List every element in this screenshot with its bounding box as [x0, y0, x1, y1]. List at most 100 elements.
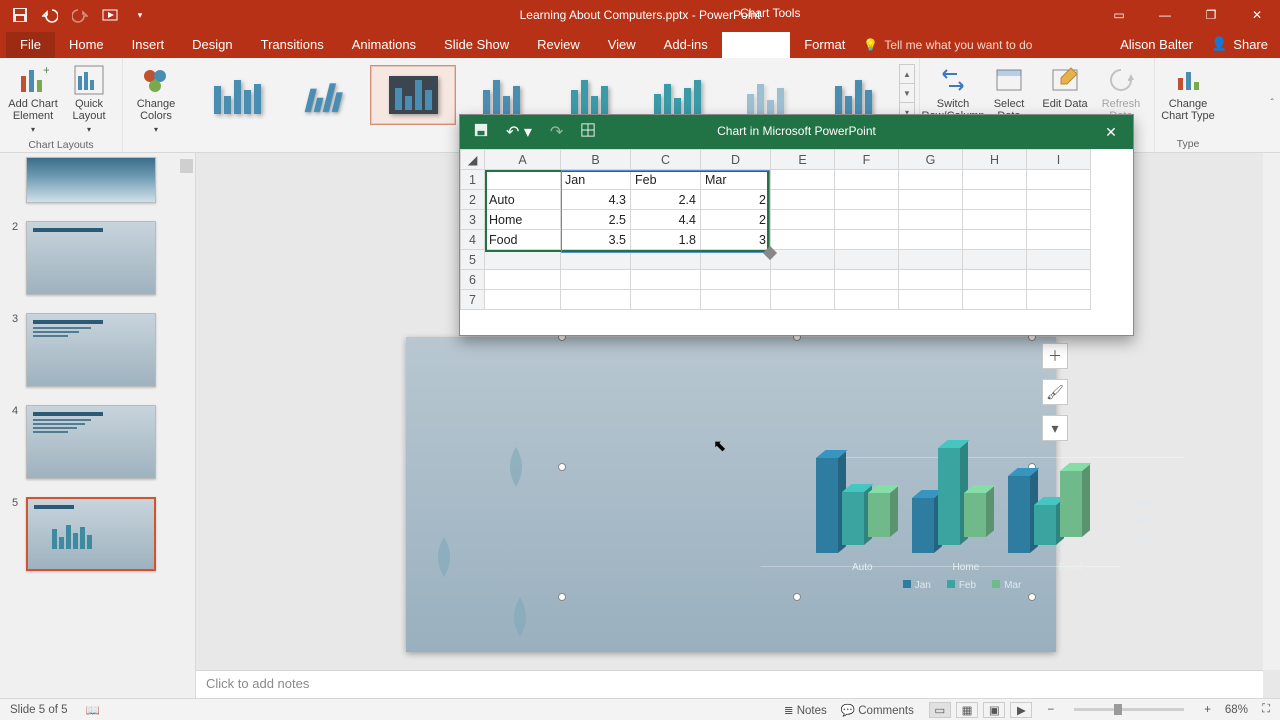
cell-H2[interactable]: [963, 190, 1027, 210]
col-header-H[interactable]: H: [963, 150, 1027, 170]
row-header-7[interactable]: 7: [461, 290, 485, 310]
cell-D7[interactable]: [701, 290, 771, 310]
chart-elements-button[interactable]: ＋: [1042, 343, 1068, 369]
zoom-out-icon[interactable]: −: [1047, 704, 1054, 716]
cell-I6[interactable]: [1027, 270, 1091, 290]
chart-data-grid[interactable]: ◢ABCDEFGHI1JanFebMar2Auto4.32.423Home2.5…: [460, 149, 1117, 319]
resize-handle[interactable]: [1028, 593, 1036, 601]
cell-I4[interactable]: [1027, 230, 1091, 250]
resize-handle[interactable]: [558, 593, 566, 601]
cell-G5[interactable]: [899, 250, 963, 270]
qat-more-icon[interactable]: ▾: [132, 7, 148, 23]
cell-H1[interactable]: [963, 170, 1027, 190]
cell-F2[interactable]: [835, 190, 899, 210]
tab-chart-format[interactable]: Format: [790, 32, 859, 58]
cell-I7[interactable]: [1027, 290, 1091, 310]
cell-A4[interactable]: Food: [485, 230, 561, 250]
col-header-G[interactable]: G: [899, 150, 963, 170]
cell-B4[interactable]: 3.5: [561, 230, 631, 250]
row-header-2[interactable]: 2: [461, 190, 485, 210]
cell-D2[interactable]: 2: [701, 190, 771, 210]
cell-E2[interactable]: [771, 190, 835, 210]
chart-style-1[interactable]: [194, 65, 280, 125]
comments-toggle[interactable]: 💬 Comments: [841, 703, 914, 717]
slideshow-view-icon[interactable]: ▶: [1010, 702, 1032, 718]
cell-I1[interactable]: [1027, 170, 1091, 190]
col-header-I[interactable]: I: [1027, 150, 1091, 170]
row-header-1[interactable]: 1: [461, 170, 485, 190]
undo-icon[interactable]: [42, 7, 58, 23]
cell-D5[interactable]: [701, 250, 771, 270]
cell-H7[interactable]: [963, 290, 1027, 310]
cell-E5[interactable]: [771, 250, 835, 270]
col-header-C[interactable]: C: [631, 150, 701, 170]
cell-G7[interactable]: [899, 290, 963, 310]
tab-transitions[interactable]: Transitions: [247, 32, 338, 58]
close-icon[interactable]: ✕: [1234, 0, 1280, 30]
col-header-F[interactable]: F: [835, 150, 899, 170]
cell-I5[interactable]: [1027, 250, 1091, 270]
chart-selection[interactable]: AutoHomeFood MarFebJan JanFebMar ＋ 🖌 ▾: [562, 337, 1032, 597]
tab-chart-design[interactable]: Design: [722, 32, 790, 58]
signed-in-user[interactable]: Alison Balter: [1120, 37, 1193, 52]
minimize-icon[interactable]: —: [1142, 0, 1188, 30]
tab-file[interactable]: File: [6, 32, 55, 58]
reading-view-icon[interactable]: ▣: [983, 702, 1005, 718]
cell-C5[interactable]: [631, 250, 701, 270]
thumb-2[interactable]: 2: [26, 221, 175, 295]
sheet-grid-icon[interactable]: [581, 123, 595, 142]
tab-view[interactable]: View: [594, 32, 650, 58]
editor-scrollbar[interactable]: [1263, 153, 1280, 670]
normal-view-icon[interactable]: ▭: [929, 702, 951, 718]
thumb-3[interactable]: 3: [26, 313, 175, 387]
resize-handle[interactable]: [558, 463, 566, 471]
add-chart-element-button[interactable]: + Add Chart Element▾: [6, 62, 60, 136]
cell-D1[interactable]: Mar: [701, 170, 771, 190]
cell-C3[interactable]: 4.4: [631, 210, 701, 230]
notes-toggle[interactable]: ≣ Notes: [784, 703, 827, 717]
cell-G1[interactable]: [899, 170, 963, 190]
cell-C7[interactable]: [631, 290, 701, 310]
cell-B5[interactable]: [561, 250, 631, 270]
cell-I2[interactable]: [1027, 190, 1091, 210]
cell-I3[interactable]: [1027, 210, 1091, 230]
row-header-6[interactable]: 6: [461, 270, 485, 290]
notes-pane[interactable]: Click to add notes: [196, 670, 1263, 698]
chart-filters-button[interactable]: ▾: [1042, 415, 1068, 441]
cell-A7[interactable]: [485, 290, 561, 310]
cell-E6[interactable]: [771, 270, 835, 290]
cell-F4[interactable]: [835, 230, 899, 250]
col-header-E[interactable]: E: [771, 150, 835, 170]
spellcheck-icon[interactable]: 📖: [86, 703, 100, 717]
cell-B1[interactable]: Jan: [561, 170, 631, 190]
tab-insert[interactable]: Insert: [118, 32, 179, 58]
sheet-redo-icon[interactable]: ↷: [550, 122, 563, 142]
cell-A3[interactable]: Home: [485, 210, 561, 230]
cell-G2[interactable]: [899, 190, 963, 210]
chart-data-close-icon[interactable]: ✕: [1089, 115, 1133, 149]
cell-F7[interactable]: [835, 290, 899, 310]
cell-H3[interactable]: [963, 210, 1027, 230]
cell-C2[interactable]: 2.4: [631, 190, 701, 210]
col-header-B[interactable]: B: [561, 150, 631, 170]
cell-E1[interactable]: [771, 170, 835, 190]
save-icon[interactable]: [12, 7, 28, 23]
chart-styles-button[interactable]: 🖌: [1042, 379, 1068, 405]
cell-C1[interactable]: Feb: [631, 170, 701, 190]
cell-G3[interactable]: [899, 210, 963, 230]
cell-H6[interactable]: [963, 270, 1027, 290]
row-header-3[interactable]: 3: [461, 210, 485, 230]
cell-F5[interactable]: [835, 250, 899, 270]
tab-design-main[interactable]: Design: [178, 32, 246, 58]
cell-H5[interactable]: [963, 250, 1027, 270]
cell-H4[interactable]: [963, 230, 1027, 250]
cell-F3[interactable]: [835, 210, 899, 230]
cell-C6[interactable]: [631, 270, 701, 290]
zoom-level[interactable]: 68%: [1225, 704, 1248, 716]
cell-C4[interactable]: 1.8: [631, 230, 701, 250]
thumb-4[interactable]: 4: [26, 405, 175, 479]
cell-B3[interactable]: 2.5: [561, 210, 631, 230]
zoom-slider[interactable]: [1074, 708, 1184, 711]
cell-D6[interactable]: [701, 270, 771, 290]
start-from-beginning-icon[interactable]: [102, 7, 118, 23]
